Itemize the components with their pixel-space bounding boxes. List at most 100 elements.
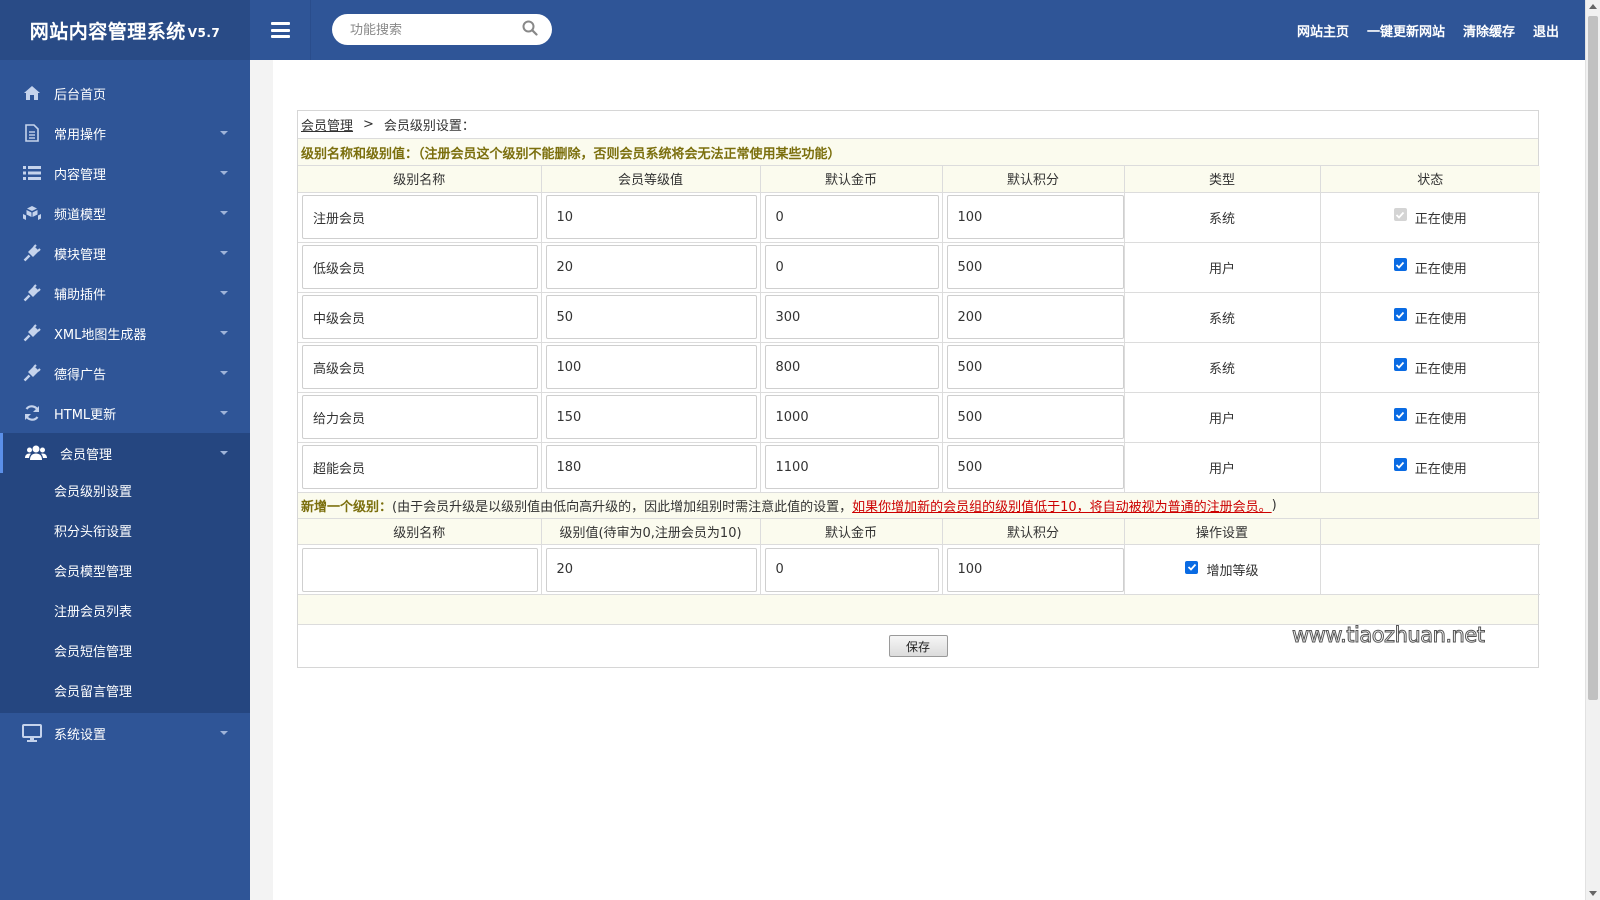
submenu-item-messages[interactable]: 会员留言管理 <box>0 673 250 713</box>
site-home-link[interactable]: 网站主页 <box>1297 21 1349 40</box>
default-gold-input[interactable] <box>764 295 939 339</box>
search-input[interactable] <box>350 20 520 40</box>
members-submenu: 会员级别设置 积分头衔设置 会员模型管理 注册会员列表 会员短信管理 会员留言管… <box>0 473 250 713</box>
document-icon <box>22 124 42 142</box>
column-header: 默认积分 <box>942 518 1125 545</box>
users-icon <box>24 444 48 462</box>
breadcrumb-link-members[interactable]: 会员管理 <box>301 115 353 134</box>
update-site-link[interactable]: 一键更新网站 <box>1367 21 1445 40</box>
status-label: 正在使用 <box>1414 261 1467 277</box>
status-checkbox[interactable]: 正在使用 <box>1393 458 1467 477</box>
table-row: 系统 正在使用 <box>298 342 1540 393</box>
level-value-input[interactable] <box>545 245 757 289</box>
levels-notice: 级别名称和级别值：（注册会员这个级别不能删除，否则会员系统将会无法正常使用某些功… <box>298 139 1538 166</box>
plug-icon <box>22 364 42 382</box>
sidebar: 后台首页 常用操作 内容管理 频道模型 模块管理 辅助插件 XML地图生成器 德… <box>0 60 250 900</box>
submenu-item-level-settings[interactable]: 会员级别设置 <box>0 473 250 513</box>
default-gold-input[interactable] <box>764 345 939 389</box>
level-name-input[interactable] <box>302 445 538 489</box>
submenu-item-points-titles[interactable]: 积分头衔设置 <box>0 513 250 553</box>
column-header: 类型 <box>1124 166 1321 193</box>
default-gold-input[interactable] <box>764 245 939 289</box>
logout-link[interactable]: 退出 <box>1533 21 1559 40</box>
level-value-input[interactable] <box>545 195 757 239</box>
sidebar-item-modules[interactable]: 模块管理 <box>0 233 250 273</box>
scroll-thumb[interactable] <box>1588 16 1598 700</box>
level-type: 系统 <box>1124 292 1321 343</box>
chevron-down-icon <box>220 451 228 455</box>
default-points-input[interactable] <box>946 295 1124 339</box>
level-name-input[interactable] <box>302 295 538 339</box>
sidebar-item-plugins[interactable]: 辅助插件 <box>0 273 250 313</box>
sidebar-item-members[interactable]: 会员管理 <box>0 433 250 473</box>
home-icon <box>22 84 42 102</box>
new-level-value-input[interactable] <box>545 547 757 592</box>
column-header: 操作设置 <box>1124 518 1321 545</box>
default-points-input[interactable] <box>946 245 1124 289</box>
default-points-input[interactable] <box>946 445 1124 489</box>
table-row: 用户 正在使用 <box>298 242 1540 293</box>
sidebar-item-ads[interactable]: 德得广告 <box>0 353 250 393</box>
sidebar-item-html-update[interactable]: HTML更新 <box>0 393 250 433</box>
clear-cache-link[interactable]: 清除缓存 <box>1463 21 1515 40</box>
status-checkbox[interactable]: 正在使用 <box>1393 408 1467 427</box>
column-header: 会员等级值 <box>541 166 761 193</box>
main-content: 会员管理 > 会员级别设置： 级别名称和级别值：（注册会员这个级别不能删除，否则… <box>250 60 1585 900</box>
new-level-title: 新增一个级别： <box>301 499 393 515</box>
level-value-input[interactable] <box>545 345 757 389</box>
sidebar-item-common-ops[interactable]: 常用操作 <box>0 113 250 153</box>
page-scrollbar[interactable] <box>1585 0 1600 900</box>
default-gold-input[interactable] <box>764 395 939 439</box>
submenu-item-member-list[interactable]: 注册会员列表 <box>0 593 250 633</box>
scroll-down-icon[interactable] <box>1589 891 1597 896</box>
new-level-warning: 如果你增加新的会员组的级别值低于10，将自动被视为普通的注册会员。 <box>852 499 1272 515</box>
level-name-input[interactable] <box>302 395 538 439</box>
spacer-strip <box>298 595 1538 625</box>
new-default-gold-input[interactable] <box>764 547 939 592</box>
new-default-points-input[interactable] <box>946 547 1124 592</box>
default-points-input[interactable] <box>946 395 1124 439</box>
sidebar-item-xml-sitemap[interactable]: XML地图生成器 <box>0 313 250 353</box>
status-checkbox[interactable]: 正在使用 <box>1393 258 1467 277</box>
logo-text: 网站内容管理系统 <box>29 20 186 43</box>
default-gold-input[interactable] <box>764 195 939 239</box>
default-points-input[interactable] <box>946 195 1124 239</box>
status-checkbox[interactable]: 正在使用 <box>1393 308 1467 327</box>
sidebar-item-system-settings[interactable]: 系统设置 <box>0 713 250 753</box>
content-panel: 会员管理 > 会员级别设置： 级别名称和级别值：（注册会员这个级别不能删除，否则… <box>273 60 1585 900</box>
level-value-input[interactable] <box>545 395 757 439</box>
default-points-input[interactable] <box>946 345 1124 389</box>
table-row: 系统 正在使用 <box>298 192 1540 243</box>
search-icon[interactable] <box>522 20 538 36</box>
sidebar-item-dashboard[interactable]: 后台首页 <box>0 73 250 113</box>
chevron-down-icon <box>220 411 228 415</box>
level-name-input[interactable] <box>302 345 538 389</box>
new-level-row: 增加等级 <box>298 544 1540 595</box>
sidebar-item-content[interactable]: 内容管理 <box>0 153 250 193</box>
logo[interactable]: 网站内容管理系统 V5.7 <box>0 0 250 60</box>
sidebar-item-label: 内容管理 <box>54 167 107 183</box>
level-settings-form: 会员管理 > 会员级别设置： 级别名称和级别值：（注册会员这个级别不能删除，否则… <box>297 110 1540 668</box>
save-button[interactable]: 保存 <box>888 635 948 657</box>
level-type: 用户 <box>1124 242 1321 293</box>
level-name-input[interactable] <box>302 245 538 289</box>
status-checkbox[interactable]: 正在使用 <box>1393 358 1467 377</box>
column-header: 级别值(待审为0,注册会员为10) <box>541 518 761 545</box>
version-label: V5.7 <box>187 26 221 40</box>
new-level-name-input[interactable] <box>302 547 538 592</box>
status-checkbox[interactable]: 正在使用 <box>1393 208 1467 227</box>
menu-toggle-button[interactable] <box>250 0 311 60</box>
sidebar-item-label: 辅助插件 <box>54 287 107 303</box>
column-header <box>1320 518 1540 545</box>
submenu-item-member-models[interactable]: 会员模型管理 <box>0 553 250 593</box>
level-value-input[interactable] <box>545 445 757 489</box>
submenu-item-sms[interactable]: 会员短信管理 <box>0 633 250 673</box>
sidebar-item-channel-model[interactable]: 频道模型 <box>0 193 250 233</box>
level-name-input[interactable] <box>302 195 538 239</box>
top-header: 网站内容管理系统V5.7 网站主页 一键更新网站 清除缓存 退出 <box>0 0 1585 60</box>
scroll-up-icon[interactable] <box>1589 4 1597 9</box>
level-type: 用户 <box>1124 442 1321 493</box>
default-gold-input[interactable] <box>764 445 939 489</box>
add-level-checkbox[interactable]: 增加等级 <box>1185 560 1259 579</box>
level-value-input[interactable] <box>545 295 757 339</box>
